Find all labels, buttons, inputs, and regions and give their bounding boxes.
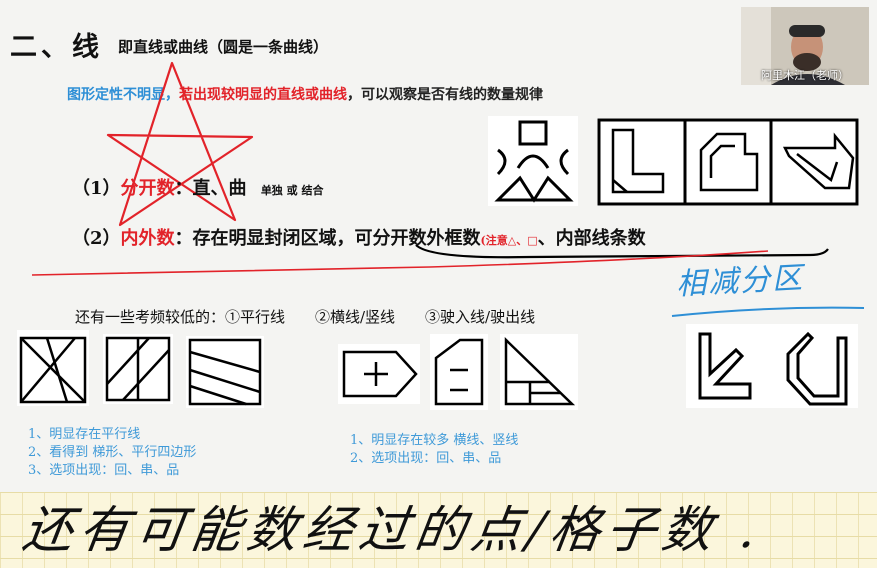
note-parallel-3: 3、选项出现：回、串、品 xyxy=(28,463,180,478)
item1-colon: ： xyxy=(174,178,193,199)
figure-parallel-3 xyxy=(186,336,264,408)
figure-parallel-2 xyxy=(103,334,173,404)
blue-underline xyxy=(671,306,865,317)
figure-curve-line-combo xyxy=(488,116,578,206)
figure-entry-exit xyxy=(686,324,858,408)
figure-hv-2 xyxy=(430,334,488,410)
note-parallel-1: 1、明显存在平行线 xyxy=(28,427,141,442)
handwritten-note: 还有可能数经过的点/格子数 . xyxy=(19,501,767,559)
notes-parallel: 1、明显存在平行线 2、看得到 梯形、平行四边形 3、选项出现：回、串、品 xyxy=(28,426,196,480)
note-hv-2: 2、选项出现：回、串、品 xyxy=(350,451,502,466)
figure-parallel-1 xyxy=(17,330,89,406)
notes-hv: 1、明显存在较多 横线、竖线 2、选项出现：回、串、品 xyxy=(350,432,518,468)
red-star-annotation xyxy=(106,61,254,227)
red-divider-line xyxy=(31,250,769,276)
figure-sequence-three xyxy=(597,118,859,206)
item1-num: （1） xyxy=(72,178,121,199)
note-parallel-2: 2、看得到 梯形、平行四边形 xyxy=(28,445,197,460)
teacher-video: 阿里木江（老师） xyxy=(741,7,869,85)
figure-hv-3 xyxy=(500,334,578,410)
section-subtitle: 即直线或曲线（圆是一条曲线） xyxy=(118,38,329,56)
item1-key: 分开数 xyxy=(120,178,175,199)
tip-part3: ，可以观察是否有线的数量规律 xyxy=(347,87,543,103)
low-frequency-line: 还有一些考频较低的：①平行线 ②横线/竖线 ③驶入线/驶出线 xyxy=(75,308,536,326)
teacher-name: 阿里木江（老师） xyxy=(761,69,849,82)
note-hv-1: 1、明显存在较多 横线、竖线 xyxy=(350,433,519,448)
figure-hv-1 xyxy=(338,344,420,404)
item-split-count: （1）分开数：直、曲 单独 或 结合 xyxy=(72,174,323,200)
item1-text: 直、曲 xyxy=(192,178,247,199)
section-title: 二、线 xyxy=(10,32,103,63)
item1-small: 单独 或 结合 xyxy=(260,184,324,197)
